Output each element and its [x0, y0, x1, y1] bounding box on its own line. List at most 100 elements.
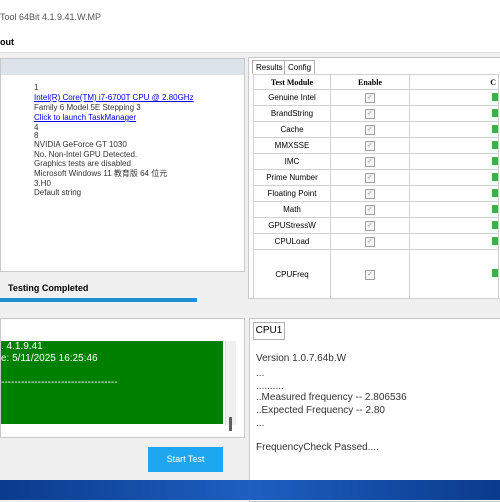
log-scrollbar[interactable]: [225, 341, 236, 431]
result-cell: [409, 249, 499, 299]
module-name: Genuine Intel: [253, 89, 331, 106]
tab-config[interactable]: Config: [284, 60, 316, 74]
enable-cell: ✓: [330, 217, 410, 234]
table-row: Genuine Intel ✓: [253, 89, 499, 106]
col-enable: Enable: [330, 74, 410, 90]
tab-results[interactable]: Results: [252, 60, 287, 74]
col-test-module: Test Module: [253, 74, 331, 90]
tab-cpu1[interactable]: CPU1: [253, 322, 285, 340]
pass-icon: [492, 156, 498, 165]
menu-about[interactable]: out: [0, 37, 14, 47]
enable-cell: ✓: [330, 89, 410, 106]
enable-cell: ✓: [330, 185, 410, 202]
enable-checkbox[interactable]: ✓: [365, 173, 375, 183]
table-row: CPULoad ✓: [253, 233, 499, 250]
pass-icon: [492, 220, 498, 229]
enable-checkbox[interactable]: ✓: [365, 237, 375, 247]
info-line: Default string: [34, 188, 82, 197]
pass-icon: [492, 269, 498, 277]
result-cell: [409, 137, 499, 154]
start-test-button[interactable]: Start Test: [148, 447, 223, 472]
pass-icon: [492, 92, 498, 101]
info-line: 1: [34, 83, 39, 92]
info-line: Graphics tests are disabled: [34, 159, 131, 168]
table-row: BrandString ✓: [253, 105, 499, 122]
info-panel-header: [1, 59, 244, 75]
result-cell: [409, 105, 499, 122]
module-name: IMC: [253, 153, 331, 170]
table-row: Cache ✓: [253, 121, 499, 138]
module-name: Floating Point: [253, 185, 331, 202]
progress-bar: [0, 298, 197, 302]
cpu-log-line: ...: [256, 418, 265, 429]
cpu-log-line: ..........: [256, 381, 284, 392]
results-panel: Results Config Test Module Enable C Genu…: [248, 57, 500, 299]
enable-checkbox[interactable]: ✓: [365, 109, 375, 119]
enable-cell: ✓: [330, 121, 410, 138]
col-c: C: [409, 74, 499, 90]
result-cell: [409, 121, 499, 138]
module-name: Cache: [253, 121, 331, 138]
enable-checkbox[interactable]: ✓: [365, 189, 375, 199]
result-cell: [409, 169, 499, 186]
enable-cell: ✓: [330, 153, 410, 170]
module-name: GPUStressW: [253, 217, 331, 234]
enable-checkbox[interactable]: ✓: [365, 205, 375, 215]
cpu-log-line: ..Expected Frequency -- 2.80: [256, 405, 385, 416]
result-cell: [409, 233, 499, 250]
table-row: GPUStressW ✓: [253, 217, 499, 234]
enable-checkbox[interactable]: ✓: [365, 125, 375, 135]
enable-cell: ✓: [330, 105, 410, 122]
cpu-log-line: Version 1.0.7.64b.W: [256, 353, 347, 364]
enable-cell: ✓: [330, 233, 410, 250]
module-name: Prime Number: [253, 169, 331, 186]
enable-cell: ✓: [330, 201, 410, 218]
cpu-log-line: ..Measured frequency -- 2.806536: [256, 392, 407, 403]
cpu-log-line: ...: [256, 368, 265, 379]
result-cell: [409, 89, 499, 106]
pass-icon: [492, 108, 498, 117]
module-name: Math: [253, 201, 331, 218]
enable-cell: ✓: [330, 169, 410, 186]
module-name: CPULoad: [253, 233, 331, 250]
table-row: Prime Number ✓: [253, 169, 499, 186]
info-line: Family 6 Model 5E Stepping 3: [34, 103, 141, 112]
cpu-panel: CPU1 Version 1.0.7.64b.W............. ..M…: [249, 318, 500, 502]
pass-icon: [492, 188, 498, 197]
enable-checkbox[interactable]: ✓: [365, 93, 375, 103]
table-row: CPUFreq ✓: [253, 249, 499, 299]
table-row: Floating Point ✓: [253, 185, 499, 202]
pass-icon: [492, 140, 498, 149]
module-name: MMXSSE: [253, 137, 331, 154]
pass-icon: [492, 204, 498, 213]
enable-checkbox[interactable]: ✓: [365, 221, 375, 231]
enable-cell: ✓: [330, 249, 410, 299]
info-line: NVIDIA GeForce GT 1030: [34, 140, 127, 149]
pass-icon: [492, 124, 498, 133]
pass-icon: [492, 172, 498, 181]
title-bar: Tool 64Bit 4.1.9.41.W.MP: [0, 0, 500, 32]
window-title: Tool 64Bit 4.1.9.41.W.MP: [0, 12, 102, 22]
table-row: IMC ✓: [253, 153, 499, 170]
result-cell: [409, 185, 499, 202]
enable-checkbox[interactable]: ✓: [365, 157, 375, 167]
log-line: -----------------------------------: [1, 377, 118, 388]
enable-checkbox[interactable]: ✓: [365, 141, 375, 151]
system-info-panel: 1 Intel(R) Core(TM) i7-6700T CPU @ 2.80GH…: [0, 58, 245, 272]
enable-cell: ✓: [330, 137, 410, 154]
enable-checkbox[interactable]: ✓: [365, 269, 375, 280]
info-line: Microsoft Windows 11 教育版 64 位元: [34, 169, 168, 178]
menu-bar: out: [0, 32, 500, 53]
test-module-table: Test Module Enable C Genuine Intel ✓ Brand…: [253, 74, 499, 299]
result-cell: [409, 201, 499, 218]
module-name: CPUFreq: [253, 249, 331, 299]
pass-icon: [492, 236, 498, 245]
result-cell: [409, 217, 499, 234]
task-manager-link[interactable]: Click to launch TaskManager: [34, 113, 136, 123]
log-output: . 4.1.9.41 e: 5/11/2025 16:25:46 ---------…: [1, 341, 223, 424]
table-row: Math ✓: [253, 201, 499, 218]
log-panel: . 4.1.9.41 e: 5/11/2025 16:25:46 ---------…: [0, 318, 245, 438]
info-line: Intel(R) Core(TM) i7-6700T CPU @ 2.80GHz: [34, 93, 194, 102]
taskbar: [0, 480, 500, 500]
scroll-thumb[interactable]: [229, 417, 232, 431]
